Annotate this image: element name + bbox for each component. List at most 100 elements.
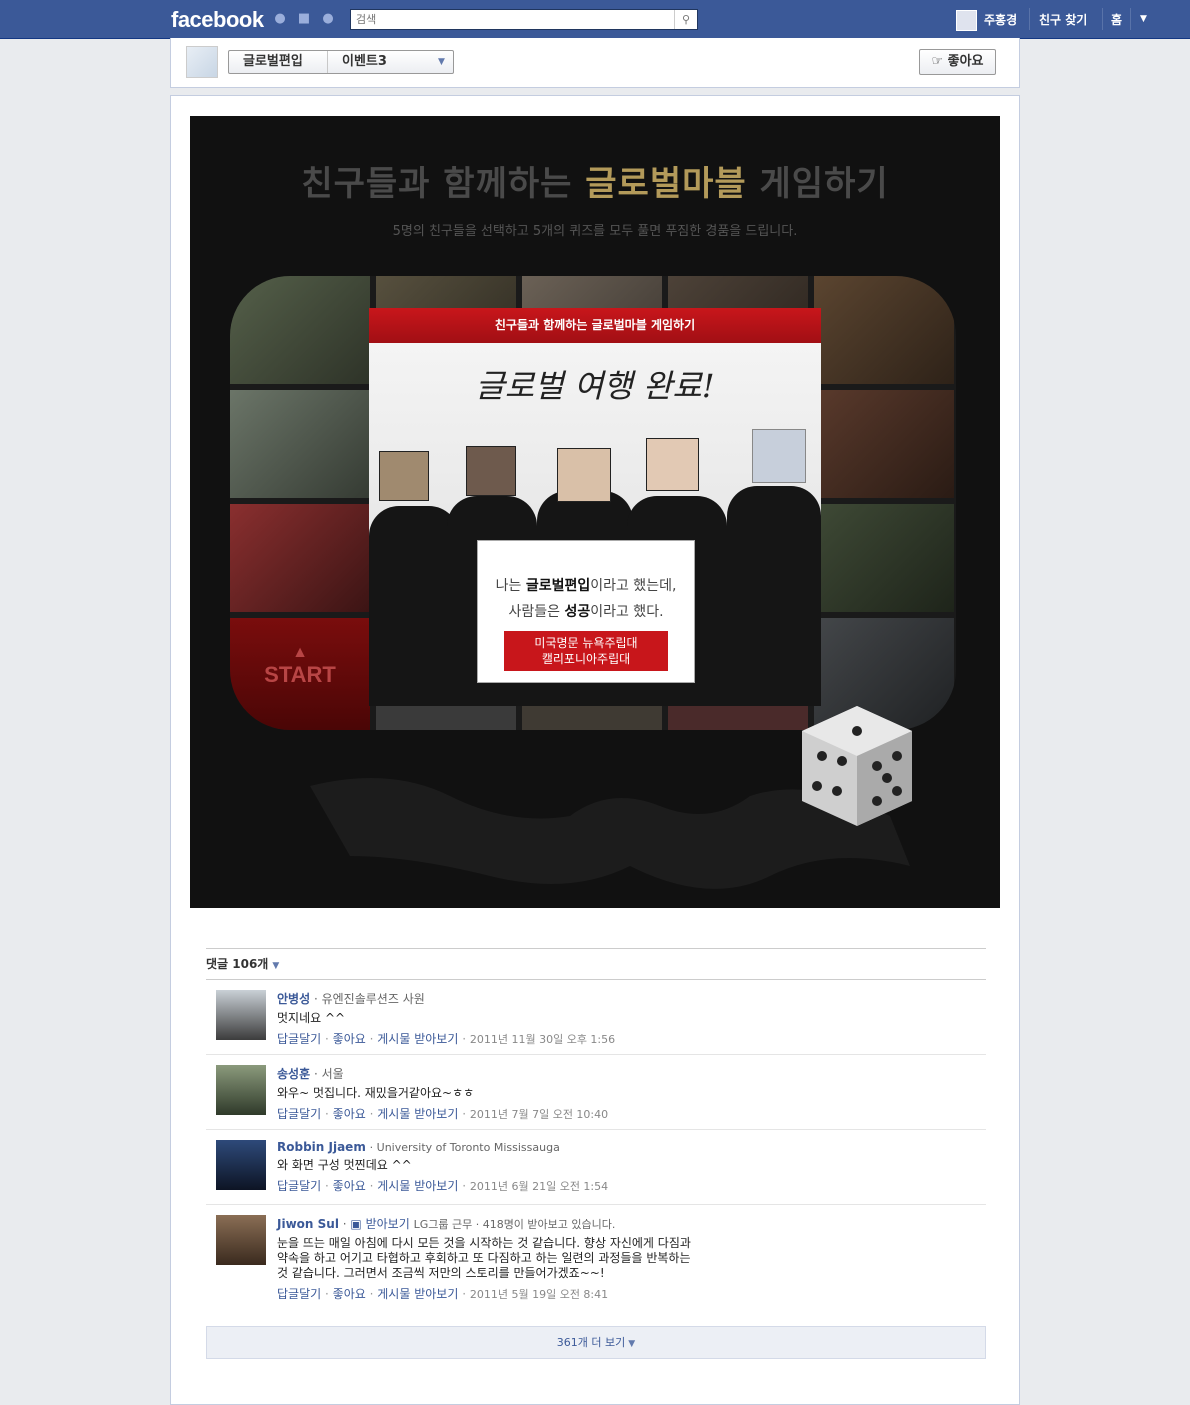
like-link[interactable]: 좋아요	[333, 1179, 366, 1193]
friend-photo	[466, 446, 516, 496]
sign-text: 이라고 했는데,	[590, 578, 677, 594]
badge-line-2: 캘리포니아주립대	[541, 652, 631, 666]
popup-body: 글로벌 여행 완료! 나는 글로벌편입이라고 했는데, 사람들은 성공이라고 했…	[369, 343, 821, 706]
dice-graphic[interactable]	[802, 706, 912, 836]
comments-section: 댓글 106개 ▼ 안병성 · 유엔진솔루션즈 사원 멋지네요 ^^ 답글달기 ·…	[206, 948, 986, 1307]
search-icon[interactable]: ⚲	[674, 10, 697, 29]
separator: ·	[369, 1287, 374, 1301]
subscribe-link[interactable]: 게시물 받아보기	[377, 1107, 458, 1121]
comment-item: Jiwon Sul · ▣ 받아보기 LG그룹 근무 · 418명이 받아보고 …	[206, 1205, 986, 1307]
comments-header[interactable]: 댓글 106개 ▼	[206, 948, 986, 980]
commenter-meta: · ▣ 받아보기 LG그룹 근무 · 418명이 받아보고 있습니다.	[342, 1217, 616, 1231]
separator: ·	[369, 1032, 374, 1046]
comment-item: Robbin Jjaem · University of Toronto Mis…	[206, 1130, 986, 1205]
commenter-name[interactable]: 안병성	[277, 992, 310, 1006]
like-link[interactable]: 좋아요	[333, 1107, 366, 1121]
reply-link[interactable]: 답글달기	[277, 1179, 321, 1193]
topbar-divider	[1130, 8, 1131, 30]
find-friends-link[interactable]: 친구 찾기	[1039, 11, 1087, 28]
graduate-figure	[369, 506, 459, 706]
breadcrumb: 글로벌편입 이벤트3 ▼	[228, 50, 454, 74]
sign-text: 사람들은	[508, 604, 565, 620]
separator: ·	[369, 1179, 374, 1193]
subscribe-link[interactable]: 게시물 받아보기	[377, 1287, 458, 1301]
sign-bold-text: 글로벌편입	[525, 578, 591, 594]
reply-link[interactable]: 답글달기	[277, 1107, 321, 1121]
home-link[interactable]: 홈	[1111, 11, 1122, 28]
messages-icon[interactable]: ■	[296, 12, 312, 26]
breadcrumb-page[interactable]: 글로벌편입	[229, 51, 328, 73]
sign-line-1: 나는 글로벌편입이라고 했는데,	[478, 575, 694, 595]
board-tile-bottom	[522, 706, 662, 730]
comment-timestamp[interactable]: 2011년 5월 19일 오전 8:41	[470, 1288, 608, 1301]
separator: ·	[325, 1032, 329, 1046]
board-tile-bottom	[668, 706, 808, 730]
sign-text: 이라고 했다.	[590, 604, 664, 620]
commenter-avatar[interactable]	[216, 1140, 266, 1190]
reply-link[interactable]: 답글달기	[277, 1032, 321, 1046]
start-tile[interactable]: ▲ START	[230, 618, 370, 730]
university-badge[interactable]: 미국명문 뉴욕주립대 캘리포니아주립대	[504, 631, 668, 671]
comment-text: 와 화면 구성 멋찐데요 ^^	[277, 1158, 412, 1172]
account-menu-chevron-down-icon[interactable]: ▼	[1140, 14, 1147, 24]
separator: ·	[369, 1107, 374, 1121]
board-tile-crowd	[230, 504, 370, 612]
tab-dropdown-chevron-down-icon[interactable]: ▼	[438, 51, 453, 73]
commenter-meta: · 유엔진솔루션즈 사원	[313, 992, 425, 1006]
breadcrumb-tab[interactable]: 이벤트3	[328, 51, 438, 73]
chevron-down-icon: ▼	[628, 1339, 636, 1349]
popup-header: 친구들과 함께하는 글로벌마블 게임하기	[369, 308, 821, 343]
separator: ·	[462, 1179, 467, 1193]
commenter-meta-text: 서울	[321, 1067, 344, 1081]
comment-actions: 답글달기 · 좋아요 · 게시물 받아보기 · 2011년 6월 21일 오전 …	[277, 1177, 977, 1194]
commenter-avatar[interactable]	[216, 990, 266, 1040]
comment-body: 안병성 · 유엔진솔루션즈 사원 멋지네요 ^^ 답글달기 · 좋아요 · 게시…	[277, 990, 977, 1047]
page-header: 글로벌편입 이벤트3 ▼ ☞ 좋아요	[170, 38, 1020, 88]
page-like-button[interactable]: ☞ 좋아요	[919, 49, 996, 75]
commenter-meta: · University of Toronto Mississauga	[369, 1141, 560, 1154]
reply-link[interactable]: 답글달기	[277, 1287, 321, 1301]
board-tile-path	[814, 504, 954, 612]
graduation-sign: 나는 글로벌편입이라고 했는데, 사람들은 성공이라고 했다. 미국명문 뉴욕주…	[477, 540, 695, 683]
follow-link[interactable]: 받아보기	[366, 1217, 410, 1231]
commenter-name[interactable]: Jiwon Sul	[277, 1217, 339, 1231]
comment-timestamp[interactable]: 2011년 6월 21일 오전 1:54	[470, 1180, 608, 1193]
show-more-comments-button[interactable]: 361개 더 보기 ▼	[206, 1326, 986, 1359]
notifications-icon[interactable]: ●	[320, 12, 336, 26]
separator: ·	[462, 1107, 467, 1121]
comment-timestamp[interactable]: 2011년 7월 7일 오전 10:40	[470, 1108, 608, 1121]
like-link[interactable]: 좋아요	[333, 1287, 366, 1301]
comment-text: 멋지네요 ^^	[277, 1011, 346, 1025]
board-tile-campus-aerial	[230, 276, 370, 384]
commenter-meta-text: University of Toronto Mississauga	[376, 1141, 560, 1154]
friend-requests-icon[interactable]: ●	[272, 12, 288, 26]
subscribe-link[interactable]: 게시물 받아보기	[377, 1179, 458, 1193]
comment-body: Jiwon Sul · ▣ 받아보기 LG그룹 근무 · 418명이 받아보고 …	[277, 1215, 697, 1302]
comment-actions: 답글달기 · 좋아요 · 게시물 받아보기 · 2011년 11월 30일 오후…	[277, 1030, 977, 1047]
thumbs-up-icon: ☞	[931, 54, 944, 69]
completion-popup: 친구들과 함께하는 글로벌마블 게임하기 글로벌 여행 완료! 나는 글로벌편입…	[369, 308, 821, 706]
commenter-name[interactable]: 송성훈	[277, 1067, 310, 1081]
sort-chevron-down-icon[interactable]: ▼	[272, 961, 279, 971]
show-more-label: 361개 더 보기	[556, 1336, 626, 1349]
page-thumbnail[interactable]	[186, 46, 218, 78]
topbar-divider	[1102, 8, 1103, 30]
like-link[interactable]: 좋아요	[333, 1032, 366, 1046]
comment-body: Robbin Jjaem · University of Toronto Mis…	[277, 1140, 977, 1194]
subscribe-link[interactable]: 게시물 받아보기	[377, 1032, 458, 1046]
comment-timestamp[interactable]: 2011년 11월 30일 오후 1:56	[470, 1033, 615, 1046]
commenter-name[interactable]: Robbin Jjaem	[277, 1140, 366, 1154]
game-title-prefix: 친구들과 함께하는	[301, 164, 586, 204]
topbar-divider	[1029, 8, 1030, 30]
friend-photo	[646, 438, 699, 491]
user-avatar[interactable]	[956, 10, 977, 31]
search-input[interactable]	[351, 10, 676, 28]
completion-title: 글로벌 여행 완료!	[475, 367, 715, 405]
comments-count: 댓글 106개	[206, 957, 269, 971]
commenter-avatar[interactable]	[216, 1065, 266, 1115]
user-name-link[interactable]: 주홍경	[984, 11, 1017, 28]
sign-line-2: 사람들은 성공이라고 했다.	[478, 601, 694, 621]
commenter-avatar[interactable]	[216, 1215, 266, 1265]
separator: ·	[325, 1179, 329, 1193]
facebook-logo[interactable]: facebook	[171, 7, 264, 33]
